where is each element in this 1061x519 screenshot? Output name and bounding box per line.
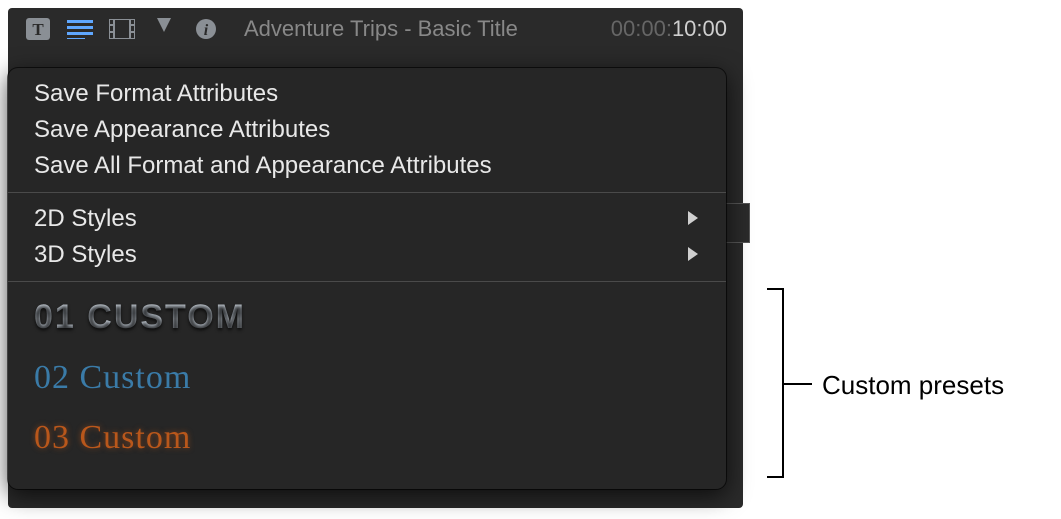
preset-dropdown-menu: Save Format Attributes Save Appearance A… [8, 68, 726, 489]
chevron-right-icon [686, 205, 700, 233]
paragraph-icon[interactable] [66, 17, 94, 41]
callout-label: Custom presets [822, 370, 1004, 401]
info-icon[interactable]: i [192, 17, 220, 41]
menu-item-label: Save Format Attributes [34, 80, 278, 108]
panel-edge-decoration [722, 203, 750, 243]
menu-item-label: 2D Styles [34, 205, 137, 233]
inspector-panel: T [8, 8, 743, 508]
svg-text:i: i [204, 22, 209, 39]
menu-item-label: Save All Format and Appearance Attribute… [34, 152, 492, 180]
inspector-top-bar: T [8, 8, 743, 50]
filmstrip-icon[interactable] [108, 17, 136, 41]
svg-text:T: T [32, 20, 44, 39]
menu-item-label: Save Appearance Attributes [34, 116, 330, 144]
preset-label: 01 CUSTOM [34, 298, 246, 336]
menu-separator [8, 192, 726, 193]
preset-label: 03 Custom [34, 419, 191, 456]
menu-item-label: 3D Styles [34, 241, 137, 269]
text-tool-icon[interactable]: T [24, 17, 52, 41]
chevron-right-icon [686, 241, 700, 269]
timecode: 00:00:10:00 [611, 16, 727, 42]
custom-preset-02[interactable]: 02 Custom [8, 351, 726, 411]
save-format-attributes[interactable]: Save Format Attributes [8, 76, 726, 112]
callout-annotation: Custom presets [760, 288, 1040, 483]
3d-styles-submenu[interactable]: 3D Styles [8, 237, 726, 273]
callout-bracket-icon [760, 288, 784, 478]
preset-label: 02 Custom [34, 359, 191, 396]
custom-preset-01[interactable]: 01 CUSTOM [8, 290, 726, 351]
cursor-icon[interactable] [150, 17, 178, 41]
timecode-dim: 00:00: [611, 16, 672, 41]
clip-title: Adventure Trips - Basic Title [244, 16, 518, 42]
custom-preset-03[interactable]: 03 Custom [8, 411, 726, 471]
save-all-attributes[interactable]: Save All Format and Appearance Attribute… [8, 148, 726, 184]
callout-stem [784, 383, 812, 385]
2d-styles-submenu[interactable]: 2D Styles [8, 201, 726, 237]
timecode-bright: 10:00 [672, 16, 727, 41]
save-appearance-attributes[interactable]: Save Appearance Attributes [8, 112, 726, 148]
menu-separator [8, 281, 726, 282]
